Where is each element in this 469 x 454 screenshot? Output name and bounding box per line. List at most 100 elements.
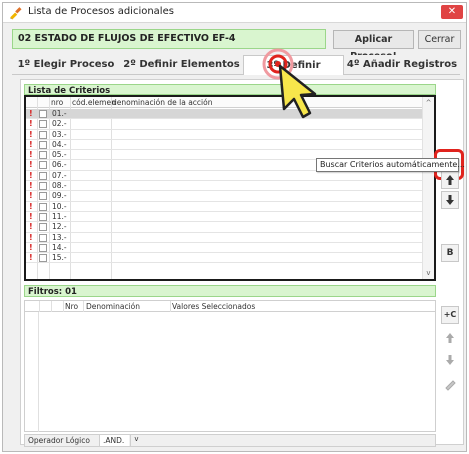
row-checkbox[interactable] <box>39 171 47 180</box>
window-title: Lista de Procesos adicionales <box>28 6 174 17</box>
chevron-down-icon[interactable]: v <box>130 435 142 446</box>
app-pencil-icon <box>10 7 22 20</box>
process-title: 02 ESTADO DE FLUJOS DE EFECTIVO EF-4 <box>12 29 326 49</box>
row-checkbox[interactable] <box>39 161 47 170</box>
row-number: 07.- <box>52 170 67 180</box>
warning-icon: ! <box>29 211 33 221</box>
warning-icon: ! <box>29 253 33 263</box>
scroll-up-icon[interactable]: ^ <box>423 99 434 107</box>
tooltip: Buscar Criterios automáticamente... <box>316 158 465 172</box>
row-checkbox[interactable] <box>39 243 47 252</box>
row-number: 09.- <box>52 191 67 201</box>
warning-icon: ! <box>29 191 33 201</box>
criteria-scrollbar[interactable]: ^ v <box>422 97 434 279</box>
row-number: 13.- <box>52 232 67 242</box>
warning-icon: ! <box>29 201 33 211</box>
row-checkbox[interactable] <box>39 254 47 263</box>
warning-icon: ! <box>29 160 33 170</box>
criteria-row[interactable]: ! 07.- <box>26 170 424 182</box>
filter-move-up-button[interactable] <box>441 330 459 348</box>
row-number: 08.- <box>52 181 67 191</box>
warning-icon: ! <box>29 181 33 191</box>
row-checkbox[interactable] <box>39 120 47 129</box>
row-checkbox[interactable] <box>39 212 47 221</box>
criteria-grid[interactable]: nro cód.elemen denominación de la acción… <box>24 95 436 281</box>
filters-section-title: Filtros: 01 <box>24 285 436 297</box>
row-checkbox[interactable] <box>39 182 47 191</box>
window-close-button[interactable]: ✕ <box>441 5 463 19</box>
warning-icon: ! <box>29 232 33 242</box>
scroll-down-icon[interactable]: v <box>423 269 434 277</box>
row-checkbox[interactable] <box>39 202 47 211</box>
row-number: 10.- <box>52 201 67 211</box>
criteria-row[interactable]: ! 11.- <box>26 211 424 223</box>
filter-edit-button[interactable] <box>441 376 459 394</box>
operator-label: Operador Lógico <box>28 436 90 445</box>
arrow-down-icon <box>446 195 454 205</box>
criteria-section-title: Lista de Criterios <box>24 84 436 96</box>
row-checkbox[interactable] <box>39 130 47 139</box>
warning-icon: ! <box>29 170 33 180</box>
criteria-row[interactable]: ! 14.- <box>26 242 424 254</box>
filter-move-down-button[interactable] <box>441 352 459 370</box>
criteria-row[interactable]: ! 02.- <box>26 119 424 130</box>
row-checkbox[interactable] <box>39 110 47 118</box>
col-filter-nro: Nro <box>65 302 79 311</box>
cursor-pointer-icon <box>262 48 317 119</box>
col-nro: nro <box>51 98 64 107</box>
criteria-row[interactable]: ! 04.- <box>26 139 424 151</box>
criteria-row[interactable]: ! 03.- <box>26 130 424 140</box>
row-checkbox[interactable] <box>39 192 47 201</box>
row-checkbox[interactable] <box>39 140 47 149</box>
criteria-row[interactable]: ! 08.- <box>26 181 424 192</box>
step-tabs: 1º Elegir Proceso 2º Definir Elementos 3… <box>12 55 460 90</box>
criteria-button-b[interactable]: B <box>441 244 459 262</box>
row-checkbox[interactable] <box>39 223 47 232</box>
row-number: 12.- <box>52 222 67 232</box>
criteria-row[interactable]: ! 01.- <box>26 109 424 120</box>
warning-icon: ! <box>29 129 33 139</box>
col-code: cód.elemen <box>72 98 116 107</box>
tab-anadir-registros[interactable]: 4º Añadir Registros <box>344 55 460 75</box>
arrow-up-icon <box>446 333 454 343</box>
criteria-row[interactable]: ! 10.- <box>26 202 424 212</box>
row-number: 04.- <box>52 139 67 149</box>
operator-select[interactable]: .AND. <box>99 435 129 446</box>
tab-definir-elementos[interactable]: 2º Definir Elementos <box>120 55 243 75</box>
warning-icon: ! <box>29 242 33 252</box>
arrow-up-icon <box>446 175 454 185</box>
criteria-row[interactable]: ! 12.- <box>26 222 424 233</box>
close-button[interactable]: Cerrar <box>418 30 461 49</box>
row-number: 05.- <box>52 150 67 160</box>
criteria-row[interactable]: ! 13.- <box>26 233 424 243</box>
row-number: 02.- <box>52 119 67 129</box>
warning-icon: ! <box>29 150 33 160</box>
row-number: 01.- <box>52 109 67 118</box>
row-number: 14.- <box>52 242 67 252</box>
col-name: denominación de la acción <box>112 98 213 107</box>
row-number: 03.- <box>52 129 67 139</box>
move-up-button[interactable] <box>441 171 459 189</box>
col-filter-name: Denominación <box>86 302 141 311</box>
arrow-down-icon <box>446 355 454 365</box>
row-number: 15.- <box>52 253 67 263</box>
criteria-row[interactable]: ! 09.- <box>26 191 424 202</box>
row-checkbox[interactable] <box>39 151 47 160</box>
col-filter-values: Valores Seleccionados <box>172 302 256 311</box>
title-bar: Lista de Procesos adicionales ✕ <box>3 3 466 23</box>
apply-process-button[interactable]: Aplicar Proceso! <box>333 30 414 62</box>
row-checkbox[interactable] <box>39 233 47 242</box>
row-number: 06.- <box>52 160 67 170</box>
move-down-button[interactable] <box>441 191 459 209</box>
criteria-rows: ! 01.-! 02.-! 03.-! 04.-! 05.-! 06.-! 07.-! 08.-… <box>26 109 424 264</box>
criteria-grid-header: nro cód.elemen denominación de la acción <box>26 97 434 108</box>
warning-icon: ! <box>29 139 33 149</box>
row-number: 11.- <box>52 211 67 221</box>
filters-grid[interactable]: Nro Denominación Valores Seleccionados <box>24 300 436 432</box>
tab-elegir-proceso[interactable]: 1º Elegir Proceso <box>12 55 120 75</box>
criteria-row[interactable]: ! 15.- <box>26 253 424 264</box>
warning-icon: ! <box>29 109 33 118</box>
warning-icon: ! <box>29 119 33 129</box>
warning-icon: ! <box>29 222 33 232</box>
add-filter-button[interactable]: +C <box>441 306 459 324</box>
